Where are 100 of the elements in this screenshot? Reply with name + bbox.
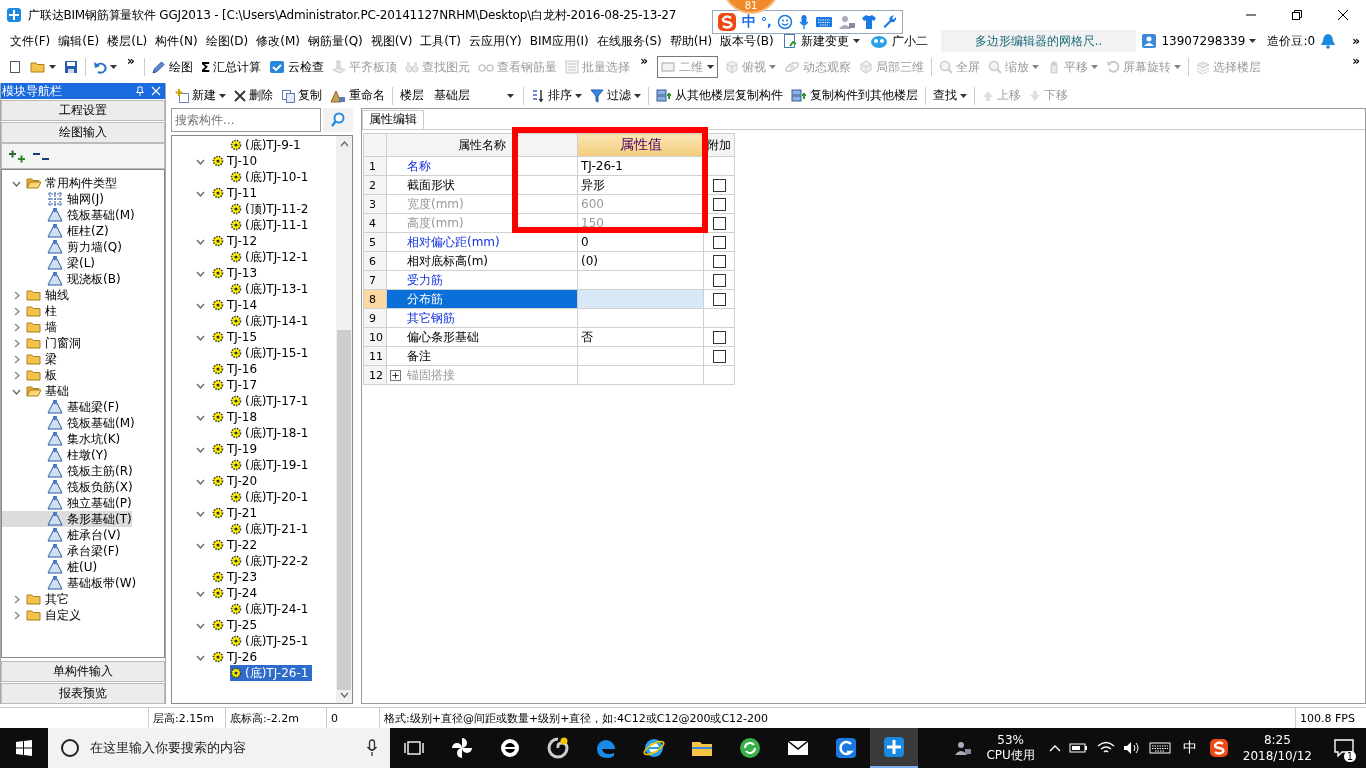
taskbar-app[interactable] bbox=[870, 728, 918, 768]
tree-item[interactable]: TJ-17 bbox=[172, 377, 336, 393]
tree-item[interactable]: (底)TJ-11-1 bbox=[230, 217, 313, 233]
tree-item[interactable]: 基础 bbox=[2, 383, 69, 399]
menu-item[interactable]: 工具(T) bbox=[416, 32, 466, 50]
section-button[interactable]: 单构件输入 bbox=[1, 661, 165, 682]
tree-item[interactable]: 集水坑(K) bbox=[2, 431, 121, 447]
tree-item[interactable]: (底)TJ-19-1 bbox=[230, 457, 313, 473]
tree-item[interactable]: 条形基础(T) bbox=[2, 511, 132, 527]
search-field[interactable]: 在这里输入你要搜索的内容 bbox=[48, 728, 390, 768]
tree-item[interactable]: (顶)TJ-11-2 bbox=[230, 201, 313, 217]
section-button[interactable]: 报表预览 bbox=[1, 683, 165, 704]
property-value[interactable]: (0) bbox=[581, 254, 598, 268]
checkbox[interactable] bbox=[712, 179, 726, 192]
checkbox[interactable] bbox=[712, 293, 726, 306]
tree-item[interactable]: (底)TJ-10-1 bbox=[230, 169, 313, 185]
tree-item[interactable]: 轴线 bbox=[2, 287, 69, 303]
tree-item[interactable]: (底)TJ-21-1 bbox=[230, 521, 313, 537]
account-button[interactable]: 13907298339 bbox=[1136, 33, 1262, 49]
tree-item[interactable]: TJ-19 bbox=[172, 441, 336, 457]
overflow-button[interactable]: » bbox=[1352, 34, 1366, 48]
document-tab[interactable]: 多边形编辑器的网格尺.. bbox=[940, 30, 1137, 52]
toolbar-button[interactable]: Σ 汇总计算 bbox=[196, 56, 266, 78]
tree-item[interactable]: TJ-22 bbox=[172, 537, 336, 553]
clock[interactable]: 8:25 2018/10/12 bbox=[1232, 732, 1322, 764]
punctuation-toggle[interactable]: °, bbox=[761, 15, 772, 29]
tree-item[interactable]: 柱 bbox=[2, 303, 57, 319]
tree-item[interactable]: TJ-13 bbox=[172, 265, 336, 281]
checkbox[interactable] bbox=[712, 350, 726, 363]
tree-item[interactable]: (底)TJ-20-1 bbox=[230, 489, 313, 505]
tree-item[interactable]: 独立基础(P) bbox=[2, 495, 132, 511]
property-name[interactable]: 备注 bbox=[407, 348, 431, 363]
tree-item[interactable]: 梁(L) bbox=[2, 255, 96, 271]
tree-item[interactable]: TJ-12 bbox=[172, 233, 336, 249]
section-button[interactable]: 工程设置 bbox=[1, 100, 165, 121]
assistant-button[interactable]: 广小二 bbox=[864, 32, 933, 50]
tree-item[interactable]: TJ-26 bbox=[172, 649, 336, 665]
tree-item[interactable]: 筏板负筋(X) bbox=[2, 479, 133, 495]
tree-item[interactable]: 剪力墙(Q) bbox=[2, 239, 122, 255]
property-value[interactable]: 0 bbox=[581, 235, 589, 249]
property-name[interactable]: 截面形状 bbox=[407, 177, 455, 192]
property-name[interactable]: 受力筋 bbox=[407, 272, 443, 287]
tree-item[interactable]: (底)TJ-18-1 bbox=[230, 425, 313, 441]
tree-item[interactable]: TJ-11 bbox=[172, 185, 336, 201]
toolbar-button[interactable]: 复制构件到其他楼层 bbox=[787, 84, 922, 107]
menu-item[interactable]: 视图(V) bbox=[366, 32, 417, 50]
tree-item[interactable]: TJ-24 bbox=[172, 585, 336, 601]
column-header[interactable]: 属性值 bbox=[577, 133, 704, 157]
tree-item[interactable]: (底)TJ-15-1 bbox=[230, 345, 313, 361]
tree-item[interactable]: TJ-25 bbox=[172, 617, 336, 633]
tree-item[interactable]: (底)TJ-9-1 bbox=[230, 137, 305, 153]
tree-item[interactable]: (底)TJ-14-1 bbox=[230, 313, 313, 329]
tree-item[interactable]: TJ-23 bbox=[172, 569, 336, 585]
tree-item[interactable]: 桩承台(V) bbox=[2, 527, 121, 543]
tree-item[interactable]: (底)TJ-13-1 bbox=[230, 281, 313, 297]
overflow-button[interactable]: » bbox=[121, 54, 141, 68]
tree-item[interactable]: 自定义 bbox=[2, 607, 81, 623]
tree-item[interactable]: 梁 bbox=[2, 351, 57, 367]
tree-item[interactable]: 筏板基础(M) bbox=[2, 415, 135, 431]
tree-item[interactable]: TJ-15 bbox=[172, 329, 336, 345]
notification-button[interactable]: 1 bbox=[1322, 728, 1366, 768]
checkbox[interactable] bbox=[712, 331, 726, 344]
checkbox[interactable] bbox=[712, 236, 726, 249]
tree-item[interactable]: TJ-20 bbox=[172, 473, 336, 489]
toolbar-button[interactable]: 从其他楼层复制构件 bbox=[652, 84, 787, 107]
toolbar-button[interactable]: 云检查 bbox=[265, 56, 329, 78]
search-field[interactable]: 搜索构件... bbox=[171, 108, 321, 132]
menu-item[interactable]: BIM应用(I) bbox=[525, 32, 593, 50]
scroll-thumb[interactable] bbox=[337, 329, 351, 690]
panel-tab[interactable]: 属性编辑 bbox=[362, 110, 424, 129]
tree-item[interactable]: (底)TJ-22-2 bbox=[230, 553, 313, 569]
toolbar-button[interactable]: 复制 bbox=[277, 84, 326, 107]
toolbar-button[interactable]: 绘图 bbox=[147, 56, 197, 78]
tree-item[interactable]: 常用构件类型 bbox=[2, 175, 117, 191]
tree-item[interactable]: TJ-14 bbox=[172, 297, 336, 313]
property-name[interactable]: 分布筋 bbox=[407, 291, 443, 306]
menu-item[interactable]: 楼层(L) bbox=[103, 32, 152, 50]
tree-item[interactable]: 基础梁(F) bbox=[2, 399, 120, 415]
toolbar-button[interactable]: 重命名 bbox=[326, 84, 389, 107]
toolbar-button[interactable]: 查找 bbox=[929, 84, 971, 107]
menu-item[interactable]: 版本号(B) bbox=[716, 32, 778, 50]
tree-item[interactable]: TJ-10 bbox=[172, 153, 336, 169]
toolbar-button[interactable]: 新建 bbox=[171, 84, 230, 107]
tree-item[interactable]: 筏板主筋(R) bbox=[2, 463, 133, 479]
section-button[interactable]: 绘图输入 bbox=[1, 122, 165, 143]
tree-item[interactable]: 基础板带(W) bbox=[2, 575, 137, 591]
tree-item[interactable]: TJ-16 bbox=[172, 361, 336, 377]
tree-item[interactable]: (底)TJ-25-1 bbox=[230, 633, 313, 649]
tree-item[interactable]: (底)TJ-26-1 bbox=[230, 665, 313, 681]
tree-item[interactable]: 筏板基础(M) bbox=[2, 207, 135, 223]
new-change-button[interactable]: 新建变更 bbox=[777, 32, 865, 50]
checkbox[interactable] bbox=[712, 198, 726, 211]
property-value[interactable]: 异形 bbox=[581, 177, 605, 192]
tree-item[interactable]: 板 bbox=[2, 367, 57, 383]
tree-item[interactable]: (底)TJ-24-1 bbox=[230, 601, 313, 617]
menu-item[interactable]: 帮助(H) bbox=[665, 32, 717, 50]
column-header[interactable]: 属性名称 bbox=[386, 133, 578, 157]
tree-item[interactable]: 桩(U) bbox=[2, 559, 98, 575]
checkbox[interactable] bbox=[712, 274, 726, 287]
menu-item[interactable]: 构件(N) bbox=[151, 32, 202, 50]
